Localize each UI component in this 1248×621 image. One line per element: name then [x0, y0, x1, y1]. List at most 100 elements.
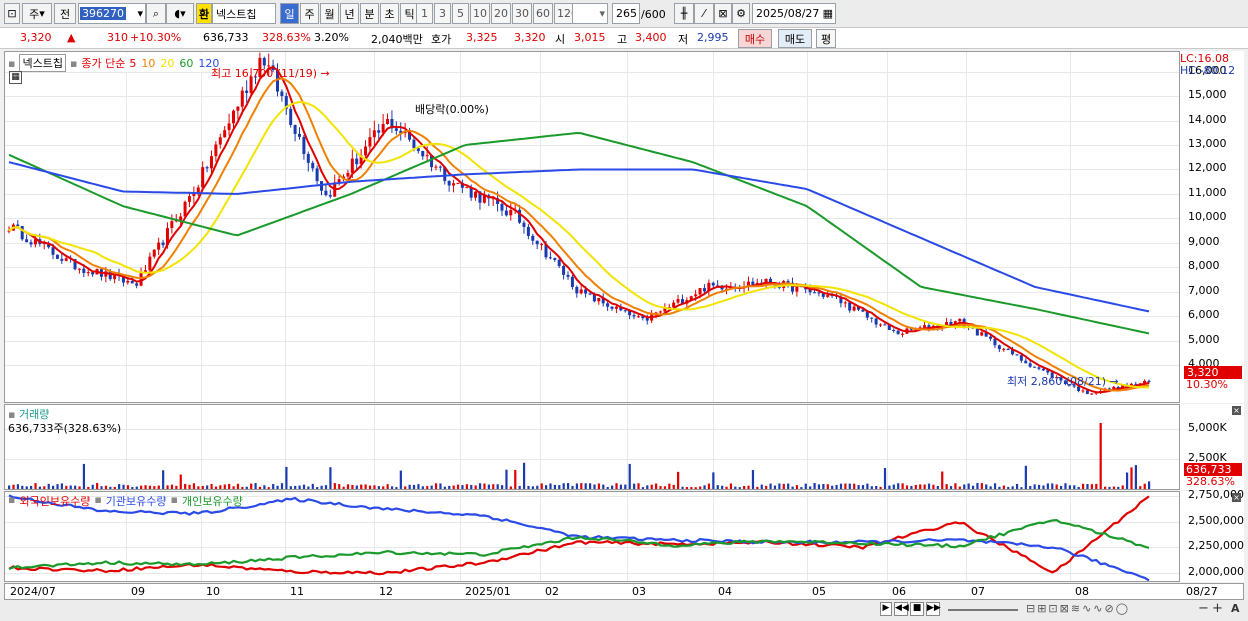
volume-bar [1024, 465, 1027, 489]
volume-bar [967, 483, 970, 489]
low-price: 2,995 [697, 31, 729, 44]
volume-bar [289, 486, 292, 489]
volume-bar [637, 483, 640, 489]
candle-icon[interactable]: ╫ [674, 3, 694, 24]
x-label: 09 [131, 585, 145, 598]
interval-tab[interactable]: 3 [434, 3, 451, 24]
candle-body [240, 90, 244, 107]
volume-bar [813, 483, 816, 489]
window-icon[interactable]: ⊡ [4, 3, 20, 24]
stock-code-input[interactable]: 396270 ▾ [78, 3, 146, 24]
volume-bar [500, 485, 504, 489]
volume-bar [364, 484, 367, 489]
period-tab[interactable]: 초 [380, 3, 399, 24]
table-icon[interactable]: ▦ [9, 71, 22, 84]
volume-bar [157, 485, 160, 489]
volume-bar [408, 484, 411, 489]
volume-bar [404, 486, 407, 489]
zoom-in-icon[interactable]: + [1212, 601, 1223, 616]
volume-bar [566, 483, 570, 489]
candle-body [980, 332, 984, 336]
avg-button[interactable]: 평 [816, 29, 836, 48]
interval-tab[interactable]: 30 [512, 3, 532, 24]
tools-icon[interactable]: ⊟⊞⊡⊠≋∿∿⊘◯ [1026, 602, 1130, 615]
candle-body [218, 137, 222, 145]
search-icon[interactable]: ⌕ [146, 3, 166, 24]
volume-bar [1125, 472, 1129, 489]
candle-body [883, 324, 887, 326]
holding-panel: ▪ 외국인보유수량 ▪ 기관보유수량 ▪ 개인보유수량 [4, 491, 1180, 582]
expand-icon[interactable]: ⊠ [714, 3, 732, 24]
zoom-slider[interactable] [948, 609, 1018, 611]
holding-tick: 2,000,000 [1188, 564, 1244, 578]
interval-tab[interactable]: 10 [470, 3, 490, 24]
volume-bar [109, 486, 112, 489]
volume-bar [78, 486, 81, 489]
count-input[interactable]: 265 [612, 3, 640, 24]
date-input[interactable]: 2025/08/27 ▦ [752, 3, 836, 24]
volume-bar [307, 486, 310, 489]
interval-tab[interactable]: 60 [533, 3, 553, 24]
volume-bar [21, 485, 24, 489]
volume-bar [641, 487, 645, 489]
bottom-bar: ▶ ◀◀ ■ ▶▶ ⊟⊞⊡⊠≋∿∿⊘◯ − + A [0, 600, 1248, 621]
volume-bar [509, 486, 512, 489]
close-icon[interactable]: × [1232, 493, 1241, 502]
volume-bar [236, 483, 240, 489]
volume-bar [1046, 483, 1049, 489]
volume-bar [443, 486, 446, 489]
volume-bar [650, 484, 653, 489]
stop-icon[interactable]: ■ [910, 602, 924, 616]
forward-icon[interactable]: ▶▶ [926, 602, 941, 616]
volume-bar [1020, 487, 1023, 489]
play-icon[interactable]: ▶ [880, 602, 892, 616]
font-size-icon[interactable]: A [1231, 602, 1240, 615]
volume-bar [602, 484, 605, 489]
volume-bar [298, 485, 301, 489]
x-label: 08/27 [1186, 585, 1218, 598]
volume-bar [69, 485, 72, 489]
zoom-out-icon[interactable]: − [1198, 601, 1209, 616]
volume-bar [483, 483, 486, 489]
price-tick: 5,000 [1188, 332, 1220, 346]
period-tab[interactable]: 일 [280, 3, 299, 24]
prev-tag[interactable]: 전 [54, 3, 76, 24]
exchange-tag[interactable]: 환 [196, 3, 212, 24]
volume-bar [870, 486, 873, 489]
volume-bar [544, 485, 548, 489]
volume-bar [888, 485, 891, 489]
gear-icon[interactable]: ⚙ [732, 3, 750, 24]
quote-row: 3,320 ▲ 310 +10.30% 636,733 328.63% 3.20… [0, 28, 1248, 49]
period-tab[interactable]: 월 [320, 3, 339, 24]
candle-body [25, 239, 29, 243]
volume-bar [721, 485, 724, 489]
period-tab[interactable]: 주 [300, 3, 319, 24]
interval-input[interactable]: ▾ [572, 3, 608, 24]
rewind-icon[interactable]: ◀◀ [894, 602, 909, 616]
interval-tab[interactable]: 5 [452, 3, 469, 24]
speaker-icon[interactable]: ◖▾ [166, 3, 194, 24]
candle-body [434, 166, 438, 168]
volume-bar [390, 486, 394, 489]
close-icon[interactable]: × [1232, 406, 1241, 415]
volume-bar [250, 483, 253, 489]
candle-body [672, 302, 676, 308]
period-tab[interactable]: 년 [340, 3, 359, 24]
interval-tab[interactable]: 1 [416, 3, 433, 24]
period-tab[interactable]: 분 [360, 3, 379, 24]
volume-bar [346, 484, 350, 489]
volume-bar [980, 483, 983, 489]
x-label: 11 [290, 585, 304, 598]
market-select[interactable]: 주 ▾ [22, 3, 52, 24]
candle-body [584, 289, 588, 294]
volume-bar [703, 485, 706, 489]
sell-button[interactable]: 매도 [778, 29, 812, 48]
volume-bar [522, 462, 526, 489]
candle-body [447, 180, 451, 186]
volume-bar [1148, 481, 1151, 489]
buy-button[interactable]: 매수 [738, 29, 772, 48]
indicator-icon[interactable]: ⁄ [694, 3, 714, 24]
volume-bar [575, 483, 578, 489]
volume-bar [1081, 483, 1085, 489]
interval-tab[interactable]: 20 [491, 3, 511, 24]
